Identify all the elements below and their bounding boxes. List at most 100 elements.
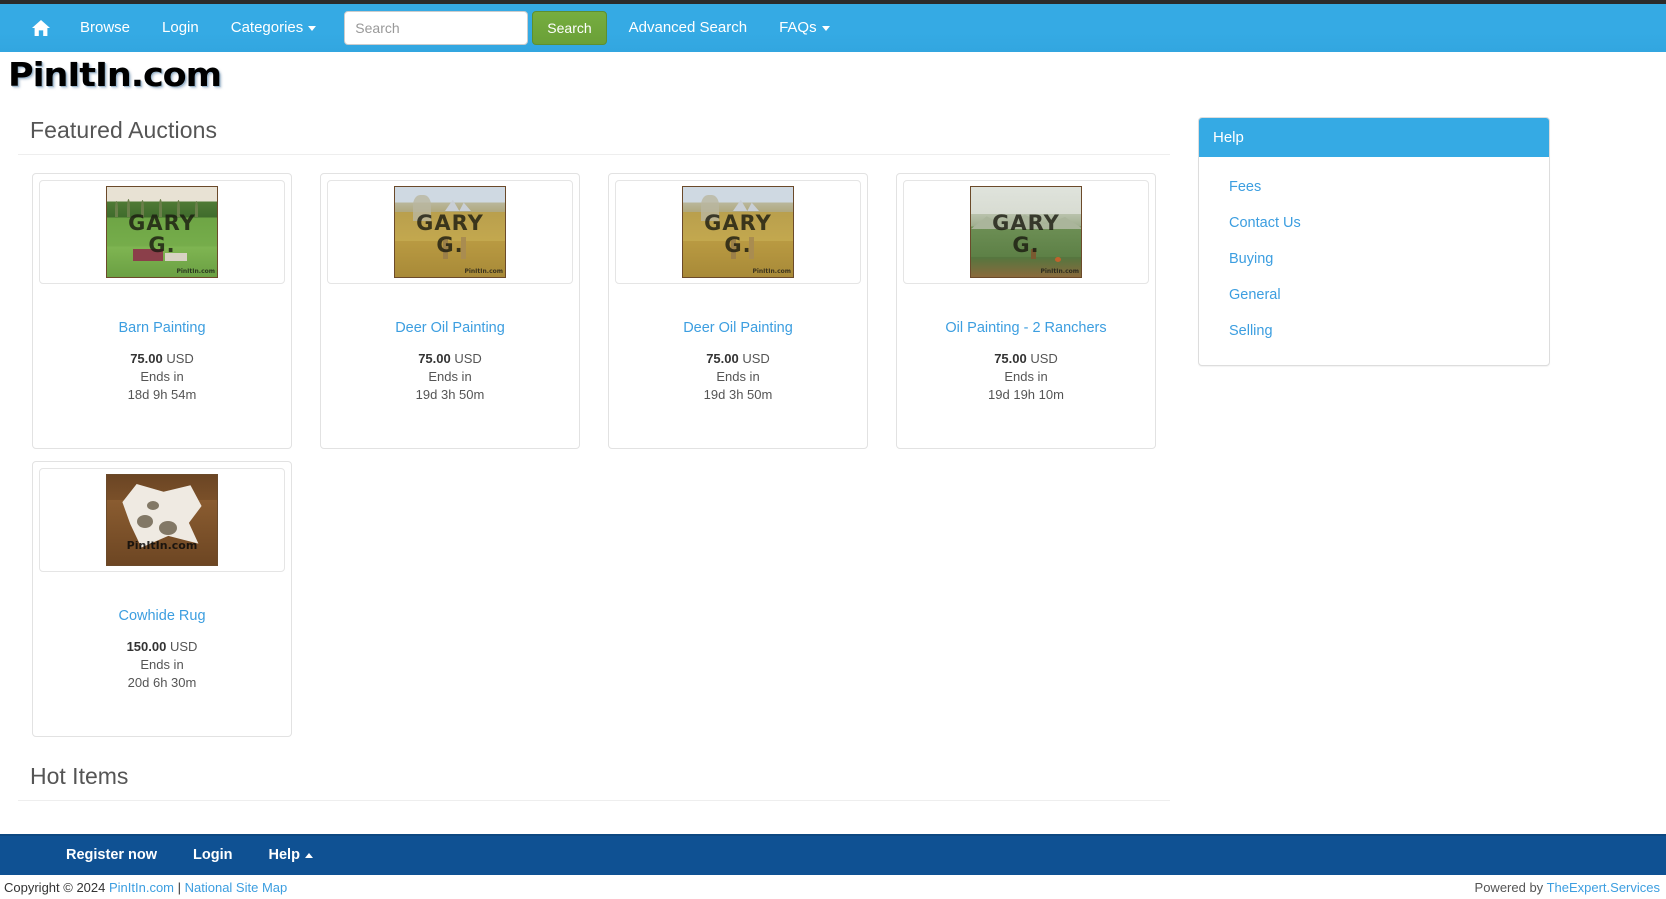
auction-countdown: 19d 19h 10m <box>988 387 1064 403</box>
auction-ends-label: Ends in <box>428 369 472 385</box>
sidebar-item-contact-us[interactable]: Contact Us <box>1199 205 1549 241</box>
auction-title-link[interactable]: Oil Painting - 2 Ranchers <box>945 320 1106 337</box>
auction-ends-label: Ends in <box>1004 369 1048 385</box>
watermark-gary: GARY <box>128 211 196 235</box>
nav-item-advanced-search[interactable]: Advanced Search <box>613 4 763 52</box>
watermark-site: PinItIn.com <box>464 268 503 275</box>
watermark-gary: GARY <box>704 211 772 235</box>
site-logo[interactable]: PinItIn.com <box>8 58 222 91</box>
nav-item-browse-label: Browse <box>80 19 131 36</box>
hot-items-heading: Hot Items <box>18 749 1170 801</box>
auction-countdown: 18d 9h 54m <box>127 387 197 403</box>
help-panel-body: Fees Contact Us Buying General Selling <box>1199 157 1549 365</box>
auction-card[interactable]: PinItIn.com Cowhide Rug 150.00 USD Ends … <box>32 461 292 737</box>
home-button[interactable] <box>18 4 64 52</box>
copyright-bar: Copyright © 2024 PinItIn.com | National … <box>0 875 1666 899</box>
auction-thumbnail-frame[interactable]: GARY G. PinItIn.com <box>903 180 1149 284</box>
footer-item-help[interactable]: Help <box>251 835 331 876</box>
chevron-down-icon <box>308 25 317 31</box>
watermark-site: PinItIn.com <box>126 539 198 552</box>
nav-item-login[interactable]: Login <box>146 4 215 52</box>
watermark-site: PinItIn.com <box>1040 268 1079 275</box>
auction-price-currency: USD <box>166 351 194 367</box>
auction-ends-label: Ends in <box>140 657 184 673</box>
nav-item-categories-label: Categories <box>230 19 304 36</box>
footer: Register now Login Help Copyright © 2024… <box>0 834 1666 899</box>
sidebar-item-selling[interactable]: Selling <box>1199 313 1549 349</box>
auction-thumbnail-frame[interactable]: GARY G. PinItIn.com <box>615 180 861 284</box>
auction-price: 75.00 USD <box>994 351 1058 366</box>
auction-price-amount: 75.00 <box>130 351 163 367</box>
auction-title-link[interactable]: Barn Painting <box>118 320 205 337</box>
rug-spot <box>137 515 153 528</box>
search-form: Search <box>344 11 607 45</box>
auction-thumbnail-frame[interactable]: PinItIn.com <box>39 468 285 572</box>
copyright-site-link[interactable]: PinItIn.com <box>109 880 174 895</box>
auction-thumbnail-image: GARY G. PinItIn.com <box>394 186 506 278</box>
auction-thumbnail-image: GARY G. PinItIn.com <box>106 186 218 278</box>
auction-card[interactable]: GARY G. PinItIn.com Barn Painting 75.00 … <box>32 173 292 449</box>
page-body: Featured Auctions GARY G. PinItIn.com Ba… <box>0 97 1666 749</box>
help-panel: Help Fees Contact Us Buying General Sell… <box>1198 117 1550 366</box>
sidebar-column: Help Fees Contact Us Buying General Sell… <box>1170 97 1550 749</box>
sidebar-item-general[interactable]: General <box>1199 277 1549 313</box>
copyright-text: Copyright © 2024 PinItIn.com | National … <box>4 880 287 895</box>
auction-ends-label: Ends in <box>716 369 760 385</box>
watermark-site: PinItIn.com <box>752 268 791 275</box>
auction-title-link[interactable]: Cowhide Rug <box>118 608 205 625</box>
auction-price-currency: USD <box>742 351 770 367</box>
auction-cell: GARY G. PinItIn.com Deer Oil Painting 75… <box>306 173 594 449</box>
auction-card[interactable]: GARY G. PinItIn.com Deer Oil Painting 75… <box>320 173 580 449</box>
auction-thumbnail-frame[interactable]: GARY G. PinItIn.com <box>327 180 573 284</box>
powered-by-prefix: Powered by <box>1474 879 1547 895</box>
search-input[interactable] <box>344 11 529 45</box>
auction-price-amount: 75.00 <box>418 351 451 367</box>
chevron-up-icon <box>304 852 313 858</box>
auction-price-currency: USD <box>169 639 198 655</box>
auction-price: 75.00 USD <box>130 351 194 366</box>
nav-item-categories[interactable]: Categories <box>215 4 333 52</box>
footer-item-login[interactable]: Login <box>175 835 250 876</box>
search-button[interactable]: Search <box>532 11 607 45</box>
watermark-g: G. <box>436 233 464 257</box>
auction-thumbnail-image: GARY G. PinItIn.com <box>682 186 794 278</box>
footer-item-register-now[interactable]: Register now <box>48 835 175 876</box>
chevron-down-icon <box>821 25 830 31</box>
auction-card[interactable]: GARY G. PinItIn.com Deer Oil Painting 75… <box>608 173 868 449</box>
auction-title-link[interactable]: Deer Oil Painting <box>683 320 793 337</box>
copyright-prefix: Copyright © 2024 <box>4 879 109 895</box>
auction-price: 150.00 USD <box>127 639 198 654</box>
home-icon <box>31 19 51 37</box>
logo-band: PinItIn.com <box>0 52 1666 97</box>
auction-cell: PinItIn.com Cowhide Rug 150.00 USD Ends … <box>18 461 306 737</box>
powered-by-text: Powered by TheExpert.Services <box>1475 880 1660 895</box>
nav-item-faqs[interactable]: FAQs <box>763 4 846 52</box>
auction-thumbnail-frame[interactable]: GARY G. PinItIn.com <box>39 180 285 284</box>
auction-price-amount: 150.00 <box>126 639 167 655</box>
nav-item-browse[interactable]: Browse <box>64 4 146 52</box>
auction-countdown: 20d 6h 30m <box>127 675 197 691</box>
national-site-map-link[interactable]: National Site Map <box>185 880 288 895</box>
page-title: Featured Auctions <box>18 97 1170 155</box>
auction-ends-label: Ends in <box>140 369 184 385</box>
auction-cell: GARY G. PinItIn.com Barn Painting 75.00 … <box>18 173 306 449</box>
powered-by-link[interactable]: TheExpert.Services <box>1547 880 1660 895</box>
auction-countdown: 19d 3h 50m <box>703 387 773 403</box>
footer-nav: Register now Login Help <box>0 834 1666 875</box>
auction-thumbnail-image: GARY G. PinItIn.com <box>970 186 1082 278</box>
auction-price-currency: USD <box>1030 351 1058 367</box>
auction-cell: GARY G. PinItIn.com Oil Painting - 2 Ran… <box>882 173 1170 449</box>
auction-title-link[interactable]: Deer Oil Painting <box>395 320 505 337</box>
help-panel-title: Help <box>1199 118 1549 157</box>
auction-cell: GARY G. PinItIn.com Deer Oil Painting 75… <box>594 173 882 449</box>
sidebar-item-fees[interactable]: Fees <box>1199 169 1549 205</box>
auction-card[interactable]: GARY G. PinItIn.com Oil Painting - 2 Ran… <box>896 173 1156 449</box>
watermark-gary: GARY <box>992 211 1060 235</box>
watermark-g: G. <box>724 233 752 257</box>
auction-price-amount: 75.00 <box>706 351 739 367</box>
rug-spot <box>159 521 177 535</box>
auction-thumbnail-image: PinItIn.com <box>106 474 218 566</box>
sidebar-item-buying[interactable]: Buying <box>1199 241 1549 277</box>
nav-item-faqs-label: FAQs <box>779 19 817 36</box>
main-navbar: Browse Login Categories Search Advanced … <box>0 4 1666 52</box>
